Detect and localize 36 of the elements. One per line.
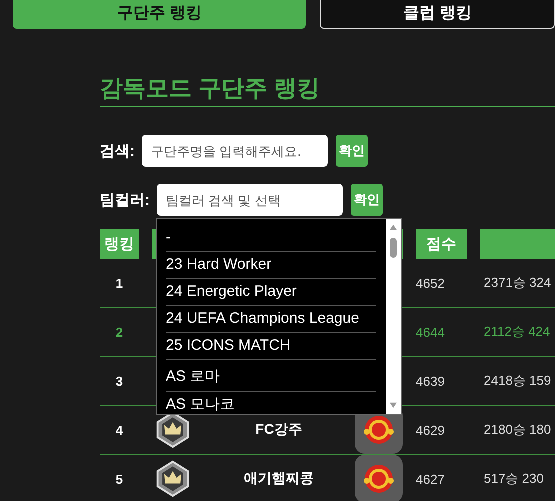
dropdown-option[interactable]: 25 ICONS MATCH bbox=[166, 333, 376, 360]
scroll-down-icon[interactable] bbox=[389, 402, 398, 409]
team-color-label: 팀컬러: bbox=[100, 190, 150, 210]
score-cell: 4652 bbox=[416, 276, 445, 290]
scroll-up-icon[interactable] bbox=[389, 224, 398, 231]
search-label: 검색: bbox=[100, 142, 135, 160]
rank-cell: 2 bbox=[116, 324, 124, 340]
dropdown-option[interactable]: 24 UEFA Champions League bbox=[166, 306, 376, 333]
search-field[interactable]: 구단주명을 입력해주세요. bbox=[142, 135, 328, 167]
column-header: 랭킹 bbox=[100, 229, 139, 259]
score-cell: 4644 bbox=[416, 324, 445, 340]
team-color-field[interactable]: 팀컬러 검색 및 선택 bbox=[157, 184, 343, 216]
record-cell: 2180승 180 bbox=[484, 421, 552, 439]
score-cell: 4639 bbox=[416, 374, 445, 388]
page-heading: 감독모드 구단주 랭킹 bbox=[100, 74, 555, 107]
dropdown-option[interactable]: - bbox=[166, 225, 376, 252]
club-name-cell: FC강주 bbox=[256, 421, 302, 439]
rank-cell: 3 bbox=[116, 374, 124, 388]
record-cell: 2112승 424 bbox=[484, 323, 550, 341]
score-cell: 4627 bbox=[416, 472, 445, 486]
tab[interactable]: 구단주 랭킹 bbox=[13, 0, 306, 29]
score-cell: 4629 bbox=[416, 422, 445, 438]
dropdown-option[interactable]: AS 로마 bbox=[166, 360, 376, 392]
dropdown-option[interactable]: 24 Energetic Player bbox=[166, 279, 376, 306]
column-header: 점수 bbox=[416, 229, 467, 259]
club-name-cell: 애기햄찌콩 bbox=[244, 470, 314, 488]
scroll-thumb[interactable] bbox=[390, 238, 397, 258]
dropdown-option[interactable]: 23 Hard Worker bbox=[166, 252, 376, 279]
record-cell: 2418승 159 bbox=[484, 372, 552, 390]
scrollbar[interactable] bbox=[386, 219, 401, 414]
rank-cell: 4 bbox=[116, 422, 124, 438]
record-cell: 517승 230 bbox=[484, 470, 544, 488]
rank-cell: 1 bbox=[116, 276, 124, 290]
tab[interactable]: 클럽 랭킹 bbox=[320, 0, 555, 29]
rank-cell: 5 bbox=[116, 472, 124, 486]
record-cell: 2371승 324 bbox=[484, 274, 552, 292]
